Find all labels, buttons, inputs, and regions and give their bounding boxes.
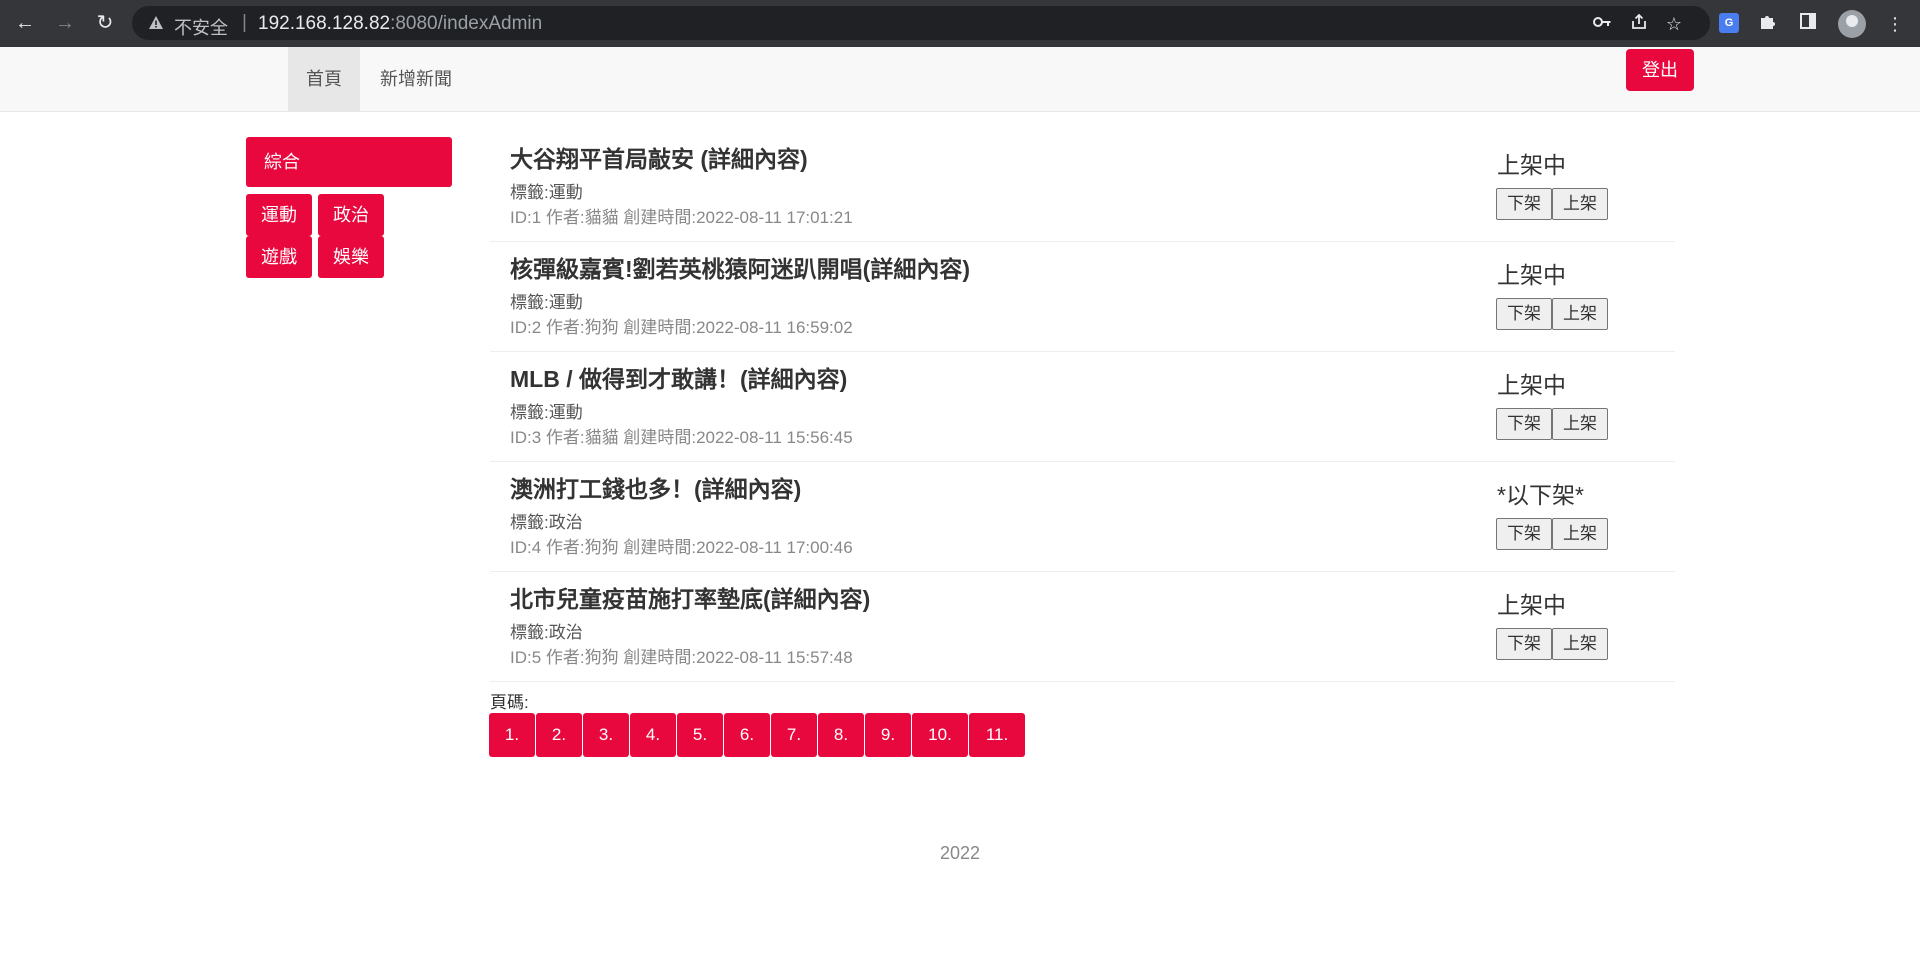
news-meta: ID:2 作者:狗狗 創建時間:2022-08-11 16:59:02 <box>510 318 853 337</box>
news-tag: 標籤:政治 <box>510 623 583 642</box>
page-button-5[interactable]: 5. <box>677 713 723 757</box>
news-title-link[interactable]: 澳洲打工錢也多！(詳細內容) <box>510 470 801 504</box>
news-meta: ID:5 作者:狗狗 創建時間:2022-08-11 15:57:48 <box>510 648 853 667</box>
news-meta: ID:4 作者:狗狗 創建時間:2022-08-11 17:00:46 <box>510 538 853 557</box>
news-title-link[interactable]: 北市兒童疫苗施打率墊底(詳細內容) <box>510 580 870 614</box>
translate-icon[interactable]: G <box>1719 13 1739 33</box>
news-meta: ID:3 作者:貓貓 創建時間:2022-08-11 15:56:45 <box>510 428 853 447</box>
page-button-3[interactable]: 3. <box>583 713 629 757</box>
unpublish-button[interactable]: 下架 <box>1496 518 1552 550</box>
news-tag: 標籤:運動 <box>510 183 583 202</box>
news-item: 核彈級嘉賓!劉若英桃猿阿迷趴開唱(詳細內容) 標籤:運動 ID:2 作者:狗狗 … <box>490 242 1675 352</box>
news-status: *以下架* <box>1497 482 1584 508</box>
unpublish-button[interactable]: 下架 <box>1496 628 1552 660</box>
page-button-8[interactable]: 8. <box>818 713 864 757</box>
news-status: 上架中 <box>1497 372 1566 398</box>
url-path: :8080/indexAdmin <box>390 13 543 34</box>
page-button-1[interactable]: 1. <box>489 713 535 757</box>
news-status: 上架中 <box>1497 262 1566 288</box>
news-item: 大谷翔平首局敲安 (詳細內容) 標籤:運動 ID:1 作者:貓貓 創建時間:20… <box>490 132 1675 242</box>
nav-add-news[interactable]: 新增新聞 <box>362 47 470 111</box>
news-item: 澳洲打工錢也多！(詳細內容) 標籤:政治 ID:4 作者:狗狗 創建時間:202… <box>490 462 1675 572</box>
url-separator: | <box>242 12 247 33</box>
news-title-link[interactable]: MLB / 做得到才敢講！(詳細內容) <box>510 360 847 394</box>
publish-button[interactable]: 上架 <box>1552 298 1608 330</box>
share-icon[interactable] <box>1627 12 1651 36</box>
news-item: 北市兒童疫苗施打率墊底(詳細內容) 標籤:政治 ID:5 作者:狗狗 創建時間:… <box>490 572 1675 682</box>
publish-button[interactable]: 上架 <box>1552 408 1608 440</box>
menu-kebab-icon[interactable]: ⋮ <box>1882 11 1908 37</box>
news-tag: 標籤:政治 <box>510 513 583 532</box>
back-arrow-icon[interactable]: ← <box>10 8 40 38</box>
site-navbar: 首頁 新增新聞 登出 <box>0 47 1920 112</box>
address-bar[interactable]: 不安全 | 192.168.128.82:8080/indexAdmin ☆ <box>132 6 1710 40</box>
unpublish-button[interactable]: 下架 <box>1496 188 1552 220</box>
profile-avatar[interactable] <box>1838 10 1866 38</box>
page-button-10[interactable]: 10. <box>912 713 968 757</box>
unpublish-button[interactable]: 下架 <box>1496 298 1552 330</box>
page-button-11[interactable]: 11. <box>969 713 1025 757</box>
news-status: 上架中 <box>1497 152 1566 178</box>
category-sports-button[interactable]: 運動 <box>246 194 312 236</box>
news-tag: 標籤:運動 <box>510 293 583 312</box>
publish-button[interactable]: 上架 <box>1552 518 1608 550</box>
publish-button[interactable]: 上架 <box>1552 628 1608 660</box>
insecure-label: 不安全 <box>174 18 228 39</box>
publish-button[interactable]: 上架 <box>1552 188 1608 220</box>
logout-button[interactable]: 登出 <box>1626 49 1694 91</box>
page-button-9[interactable]: 9. <box>865 713 911 757</box>
page-button-4[interactable]: 4. <box>630 713 676 757</box>
nav-home[interactable]: 首頁 <box>288 47 360 111</box>
unpublish-button[interactable]: 下架 <box>1496 408 1552 440</box>
category-all-button[interactable]: 綜合 <box>246 137 452 187</box>
url-text[interactable]: 192.168.128.82:8080/indexAdmin <box>258 13 542 35</box>
forward-arrow-icon[interactable]: → <box>50 8 80 38</box>
page-button-6[interactable]: 6. <box>724 713 770 757</box>
news-tag: 標籤:運動 <box>510 403 583 422</box>
bookmark-star-icon[interactable]: ☆ <box>1662 12 1686 36</box>
news-status: 上架中 <box>1497 592 1566 618</box>
warning-icon[interactable] <box>148 15 164 31</box>
category-politics-button[interactable]: 政治 <box>318 194 384 236</box>
side-panel-icon[interactable] <box>1795 11 1821 37</box>
news-title-link[interactable]: 大谷翔平首局敲安 (詳細內容) <box>510 140 808 174</box>
category-games-button[interactable]: 遊戲 <box>246 236 312 278</box>
url-host: 192.168.128.82 <box>258 13 391 34</box>
key-icon[interactable] <box>1590 12 1614 36</box>
reload-icon[interactable]: ↻ <box>90 8 120 38</box>
news-list: 大谷翔平首局敲安 (詳細內容) 標籤:運動 ID:1 作者:貓貓 創建時間:20… <box>490 132 1675 682</box>
category-entertainment-button[interactable]: 娛樂 <box>318 236 384 278</box>
browser-toolbar: ← → ↻ 不安全 | 192.168.128.82:8080/indexAdm… <box>0 0 1920 47</box>
footer-text: 2022 <box>939 843 981 863</box>
news-title-link[interactable]: 核彈級嘉賓!劉若英桃猿阿迷趴開唱(詳細內容) <box>510 250 970 284</box>
news-meta: ID:1 作者:貓貓 創建時間:2022-08-11 17:01:21 <box>510 208 853 227</box>
news-item: MLB / 做得到才敢講！(詳細內容) 標籤:運動 ID:3 作者:貓貓 創建時… <box>490 352 1675 462</box>
page-button-7[interactable]: 7. <box>771 713 817 757</box>
page-button-2[interactable]: 2. <box>536 713 582 757</box>
pagination-label: 頁碼: <box>490 693 529 712</box>
extensions-puzzle-icon[interactable] <box>1755 11 1781 37</box>
